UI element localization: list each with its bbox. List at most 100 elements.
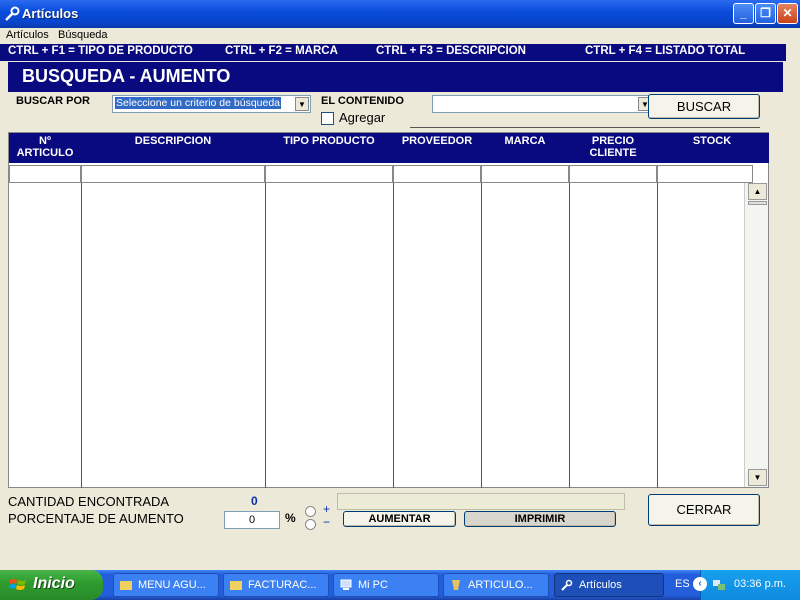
progress-bar: [337, 493, 625, 510]
col-stock[interactable]: STOCK: [657, 135, 767, 147]
taskbar-item-label: MENU AGU...: [138, 579, 206, 591]
radio-minus[interactable]: [305, 519, 316, 530]
hotkeys-strip: CTRL + F1 = TIPO DE PRODUCTO CTRL + F2 =…: [0, 44, 786, 61]
menu-busqueda[interactable]: Búsqueda: [58, 29, 108, 41]
wrench-icon: [561, 579, 573, 591]
folder-icon: [120, 581, 132, 590]
minimize-button[interactable]: _: [733, 3, 754, 24]
menu-articulos[interactable]: Artículos: [6, 29, 49, 41]
taskbar-item-mi-pc[interactable]: Mi PC: [333, 573, 439, 597]
radio-plus[interactable]: [305, 506, 316, 517]
taskbar-item-facturac[interactable]: FACTURAC...: [223, 573, 329, 597]
agregar-checkbox[interactable]: [321, 112, 334, 125]
filter-articulo[interactable]: [9, 165, 81, 183]
column-divider: [481, 183, 482, 488]
column-divider: [81, 183, 82, 488]
col-articulo[interactable]: Nº ARTICULO: [9, 135, 81, 159]
taskbar-item-articulos[interactable]: Artículos: [554, 573, 664, 597]
grid-scrollbar[interactable]: ▲ ▼: [744, 183, 768, 487]
column-divider: [569, 183, 570, 488]
col-stock-label: STOCK: [692, 135, 732, 147]
contenido-label: EL CONTENIDO: [321, 95, 404, 107]
plus-label: +: [323, 502, 331, 516]
computer-icon: [340, 579, 352, 590]
clock[interactable]: 03:36 p.m.: [734, 578, 786, 590]
window-title: Artículos: [22, 6, 79, 21]
restore-button[interactable]: ❐: [755, 3, 776, 24]
scroll-thumb[interactable]: [748, 201, 767, 205]
imprimir-button-label: IMPRIMIR: [514, 513, 566, 525]
filter-tipo-producto[interactable]: [265, 165, 393, 183]
buscar-button[interactable]: BUSCAR: [648, 94, 760, 119]
buscar-button-label: BUSCAR: [676, 99, 732, 114]
articles-grid[interactable]: Nº ARTICULO DESCRIPCION TIPO PRODUCTO PR…: [8, 132, 769, 488]
close-button[interactable]: ✕: [777, 3, 798, 24]
col-marca[interactable]: MARCA: [481, 135, 569, 147]
taskbar: Inicio MENU AGU... FACTURAC... Mi PC ART…: [0, 570, 800, 600]
language-indicator[interactable]: ES: [675, 578, 690, 590]
title-bar: Artículos _ ❐ ✕: [0, 0, 800, 28]
filter-descripcion[interactable]: [81, 165, 265, 183]
scroll-up-icon[interactable]: ▲: [748, 183, 767, 200]
buscar-por-label: BUSCAR POR: [16, 95, 90, 107]
hotkey-tipo-producto: CTRL + F1 = TIPO DE PRODUCTO: [8, 45, 193, 57]
divider: [410, 127, 760, 128]
col-precio-cliente[interactable]: PRECIO CLIENTE: [569, 135, 657, 159]
hotkey-descripcion: CTRL + F3 = DESCRIPCION: [376, 45, 526, 57]
scroll-down-icon[interactable]: ▼: [748, 469, 767, 486]
agregar-label: Agregar: [339, 110, 386, 125]
col-proveedor-label: PROVEEDOR: [401, 135, 473, 147]
app-icon: [452, 580, 460, 590]
filter-stock[interactable]: [657, 165, 753, 183]
network-icon[interactable]: [711, 577, 727, 593]
windows-logo-icon: [9, 579, 26, 590]
col-articulo-label: Nº ARTICULO: [16, 135, 74, 159]
system-tray: ‹ 03:36 p.m.: [693, 570, 800, 600]
hotkey-listado-total: CTRL + F4 = LISTADO TOTAL: [585, 45, 746, 57]
col-tipo-producto-label: TIPO PRODUCTO: [283, 135, 375, 147]
grid-header: Nº ARTICULO DESCRIPCION TIPO PRODUCTO PR…: [9, 133, 769, 163]
cerrar-button-label: CERRAR: [676, 502, 732, 517]
taskbar-item-label: Mi PC: [358, 579, 388, 591]
col-marca-label: MARCA: [504, 135, 546, 147]
cerrar-button[interactable]: CERRAR: [648, 494, 760, 526]
taskbar-item-menu-agu[interactable]: MENU AGU...: [113, 573, 219, 597]
taskbar-item-articulo[interactable]: ARTICULO...: [443, 573, 549, 597]
menu-bar: Artículos Búsqueda: [0, 28, 800, 44]
contenido-select[interactable]: ▼: [432, 95, 654, 113]
folder-icon: [230, 581, 242, 590]
filter-marca[interactable]: [481, 165, 569, 183]
col-precio-cliente-label: PRECIO CLIENTE: [589, 135, 637, 159]
imprimir-button[interactable]: IMPRIMIR: [464, 511, 616, 527]
start-label: Inicio: [33, 575, 75, 592]
aumentar-button[interactable]: AUMENTAR: [343, 511, 456, 527]
porcentaje-label: PORCENTAJE DE AUMENTO: [8, 511, 184, 526]
column-divider: [657, 183, 658, 488]
start-button[interactable]: Inicio: [0, 570, 103, 600]
criterio-select[interactable]: Seleccione un criterio de búsqueda ▼: [112, 95, 311, 113]
cantidad-label: CANTIDAD ENCONTRADA: [8, 494, 170, 509]
filter-proveedor[interactable]: [393, 165, 481, 183]
criterio-value: Seleccione un criterio de búsqueda: [115, 97, 282, 109]
page-title: BUSQUEDA - AUMENTO: [22, 66, 231, 86]
aumentar-button-label: AUMENTAR: [368, 513, 431, 525]
wrench-icon: [5, 6, 20, 21]
col-proveedor[interactable]: PROVEEDOR: [393, 135, 481, 147]
section-header: BUSQUEDA - AUMENTO: [8, 62, 783, 92]
taskbar-item-label: Artículos: [579, 579, 622, 591]
column-divider: [393, 183, 394, 488]
chevron-left-icon[interactable]: ‹: [693, 577, 707, 591]
col-tipo-producto[interactable]: TIPO PRODUCTO: [265, 135, 393, 147]
porcentaje-input[interactable]: 0: [224, 511, 280, 529]
column-divider: [265, 183, 266, 488]
taskbar-item-label: FACTURAC...: [248, 579, 317, 591]
filter-precio-cliente[interactable]: [569, 165, 657, 183]
hotkey-marca: CTRL + F2 = MARCA: [225, 45, 338, 57]
col-descripcion[interactable]: DESCRIPCION: [81, 135, 265, 147]
percent-symbol: %: [285, 511, 296, 525]
chevron-down-icon[interactable]: ▼: [295, 97, 309, 111]
taskbar-item-label: ARTICULO...: [468, 579, 533, 591]
minus-label: −: [323, 515, 331, 529]
col-descripcion-label: DESCRIPCION: [134, 135, 212, 147]
cantidad-value: 0: [251, 494, 258, 508]
